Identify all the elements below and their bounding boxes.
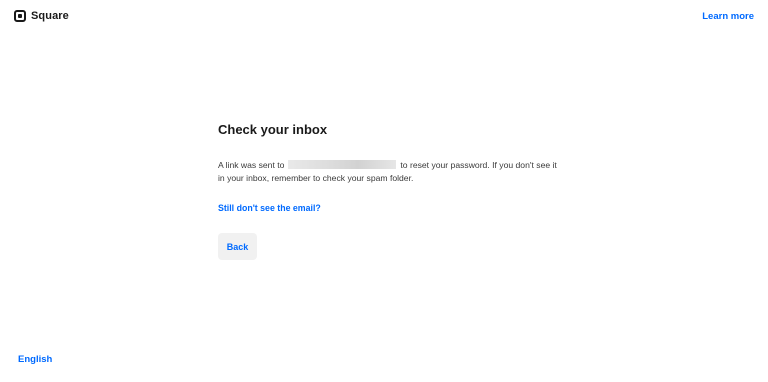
redacted-email bbox=[288, 160, 397, 169]
learn-more-link[interactable]: Learn more bbox=[702, 11, 754, 22]
main-content: Check your inbox A link was sent to to re… bbox=[218, 121, 558, 260]
square-logo-icon bbox=[14, 10, 26, 22]
back-button[interactable]: Back bbox=[218, 233, 257, 260]
message-before-text: A link was sent to bbox=[218, 160, 285, 170]
language-selector[interactable]: English bbox=[18, 354, 52, 365]
brand-name: Square bbox=[31, 10, 69, 22]
page: Square Learn more Check your inbox A lin… bbox=[0, 0, 768, 382]
square-logo[interactable]: Square bbox=[14, 10, 69, 22]
reset-message: A link was sent to to reset your password… bbox=[218, 159, 558, 185]
page-title: Check your inbox bbox=[218, 122, 328, 137]
still-no-email-link[interactable]: Still don't see the email? bbox=[218, 203, 321, 213]
